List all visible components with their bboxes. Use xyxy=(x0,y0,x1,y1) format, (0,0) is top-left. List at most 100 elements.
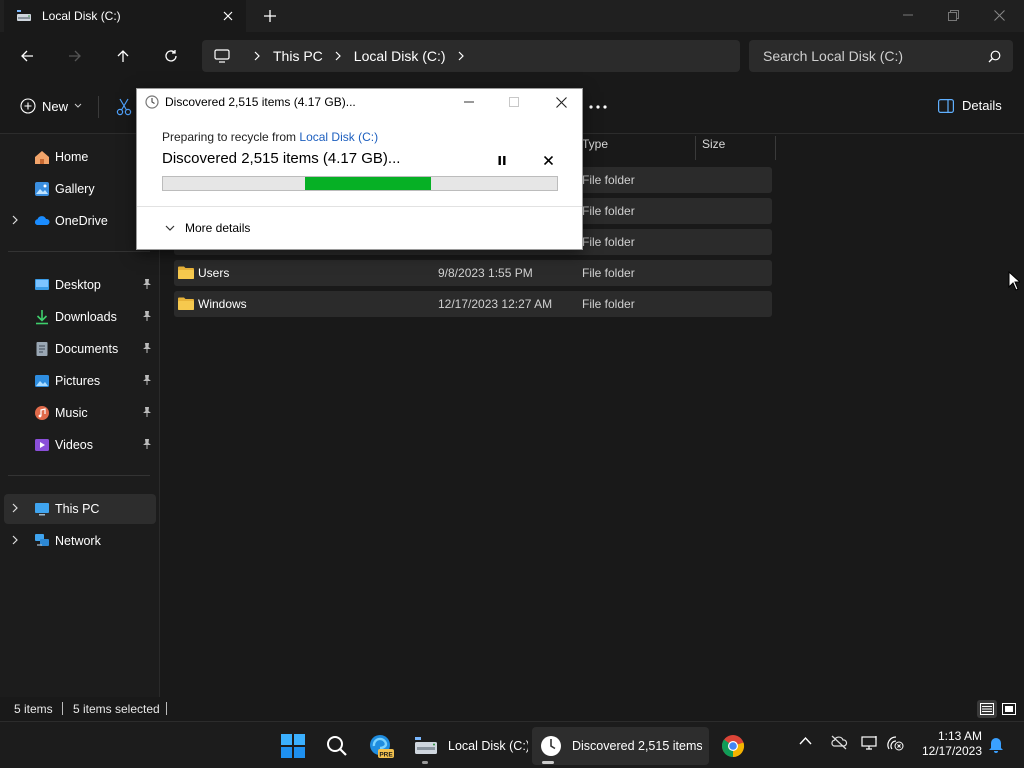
sidebar-item-gallery[interactable]: Gallery xyxy=(4,174,156,204)
minimize-icon[interactable] xyxy=(454,91,484,113)
up-icon[interactable] xyxy=(111,44,135,68)
sidebar-item-desktop[interactable]: Desktop xyxy=(4,270,156,300)
notification-bell-icon[interactable] xyxy=(988,735,1004,753)
breadcrumb-local-disk[interactable]: Local Disk (C:) xyxy=(354,48,446,64)
sidebar-item-documents[interactable]: Documents xyxy=(4,334,156,364)
close-icon[interactable] xyxy=(546,91,576,113)
pin-icon[interactable] xyxy=(142,374,152,386)
search-input[interactable]: Search Local Disk (C:) xyxy=(749,40,1013,72)
svg-text:PRE: PRE xyxy=(379,752,393,759)
progress-fill xyxy=(305,177,431,190)
item-count: 5 items xyxy=(14,702,53,716)
maximize-icon[interactable] xyxy=(499,91,529,113)
file-row[interactable]: Windows 12/17/2023 12:27 AM File folder xyxy=(174,291,772,317)
taskbar-file-explorer[interactable]: Local Disk (C:) xyxy=(410,727,528,765)
chevron-right-icon[interactable] xyxy=(12,535,19,545)
breadcrumb-this-pc[interactable]: This PC xyxy=(273,48,323,64)
cancel-icon[interactable] xyxy=(539,151,557,169)
folder-icon xyxy=(178,297,194,310)
column-divider[interactable] xyxy=(695,136,696,160)
pin-icon[interactable] xyxy=(142,342,152,354)
taskbar-recycle-progress[interactable]: Discovered 2,515 items ( xyxy=(532,727,709,765)
details-view-icon[interactable] xyxy=(977,700,997,718)
file-row[interactable]: Users 9/8/2023 1:55 PM File folder xyxy=(174,260,772,286)
details-button[interactable]: Details xyxy=(938,98,1002,113)
column-header-size[interactable]: Size xyxy=(702,137,725,161)
sidebar-item-onedrive[interactable]: OneDrive xyxy=(4,206,156,236)
chevron-right-icon[interactable] xyxy=(335,51,342,61)
chrome-icon xyxy=(721,734,745,758)
new-button[interactable]: New xyxy=(20,98,82,114)
status-divider xyxy=(166,702,167,715)
column-divider[interactable] xyxy=(775,136,776,160)
back-icon[interactable] xyxy=(15,44,39,68)
chevron-right-icon[interactable] xyxy=(12,503,19,513)
address-bar[interactable]: This PC Local Disk (C:) xyxy=(202,40,740,72)
network-icon xyxy=(34,533,50,549)
sidebar-item-this-pc[interactable]: This PC xyxy=(4,494,156,524)
details-pane-icon xyxy=(938,98,954,113)
sidebar-item-network[interactable]: Network xyxy=(4,526,156,556)
tiles-view-icon[interactable] xyxy=(999,700,1019,718)
sidebar-item-downloads[interactable]: Downloads xyxy=(4,302,156,332)
file-type: File folder xyxy=(582,266,635,280)
sidebar-item-label: Network xyxy=(55,534,101,548)
more-options-icon[interactable] xyxy=(588,98,608,116)
network-disconnected-icon[interactable] xyxy=(887,735,905,751)
display-icon[interactable] xyxy=(861,735,879,751)
file-name: Windows xyxy=(198,297,247,311)
recycle-source-link[interactable]: Local Disk (C:) xyxy=(299,130,378,144)
forward-icon[interactable] xyxy=(63,44,87,68)
taskbar-explorer-label: Local Disk (C:) xyxy=(448,739,528,753)
chevron-down-icon xyxy=(165,225,175,232)
gallery-icon xyxy=(34,181,50,197)
recycle-progress-dialog: Discovered 2,515 items (4.17 GB)... Prep… xyxy=(136,88,583,250)
status-divider xyxy=(62,702,63,715)
dialog-title: Discovered 2,515 items (4.17 GB)... xyxy=(165,95,356,109)
taskbar-progress-label: Discovered 2,515 items ( xyxy=(572,739,702,753)
edge-preview-button[interactable]: PRE xyxy=(364,727,398,765)
chevron-right-icon[interactable] xyxy=(254,51,261,61)
new-tab-icon[interactable] xyxy=(260,6,280,26)
windows-logo-icon xyxy=(281,734,305,758)
plus-circle-icon xyxy=(20,98,36,114)
column-header-type[interactable]: Type xyxy=(582,137,608,161)
restore-icon[interactable] xyxy=(938,4,968,26)
sidebar-item-music[interactable]: Music xyxy=(4,398,156,428)
close-tab-icon[interactable] xyxy=(218,6,238,26)
sidebar-item-label: Pictures xyxy=(55,374,101,388)
minimize-icon[interactable] xyxy=(893,4,923,26)
pin-icon[interactable] xyxy=(142,310,152,322)
tab-local-disk[interactable]: Local Disk (C:) xyxy=(4,0,246,32)
chevron-right-icon[interactable] xyxy=(458,51,465,61)
refresh-icon[interactable] xyxy=(159,44,183,68)
file-type: File folder xyxy=(582,204,635,218)
this-pc-icon xyxy=(34,501,50,517)
monitor-icon[interactable] xyxy=(214,49,230,63)
chevron-up-icon[interactable] xyxy=(799,736,812,745)
sidebar-item-home[interactable]: Home xyxy=(4,142,156,172)
clock-icon xyxy=(540,735,562,757)
pin-icon[interactable] xyxy=(142,406,152,418)
search-placeholder: Search Local Disk (C:) xyxy=(763,48,904,64)
running-indicator xyxy=(422,761,428,764)
folder-icon xyxy=(178,266,194,279)
pin-icon[interactable] xyxy=(142,278,152,290)
sidebar-item-videos[interactable]: Videos xyxy=(4,430,156,460)
clock[interactable]: 1:13 AM 12/17/2023 xyxy=(912,729,982,759)
chevron-down-icon xyxy=(74,103,82,109)
chrome-button[interactable] xyxy=(716,727,750,765)
close-window-icon[interactable] xyxy=(984,4,1014,26)
pause-icon[interactable] xyxy=(493,151,511,169)
sidebar-item-label: Downloads xyxy=(55,310,117,324)
cut-icon[interactable] xyxy=(116,98,132,116)
start-button[interactable] xyxy=(276,727,310,765)
search-button[interactable] xyxy=(320,727,354,765)
sidebar-item-pictures[interactable]: Pictures xyxy=(4,366,156,396)
pin-icon[interactable] xyxy=(142,438,152,450)
sidebar-item-label: Music xyxy=(55,406,88,420)
onedrive-offline-icon[interactable] xyxy=(830,734,848,750)
search-icon[interactable] xyxy=(988,50,1001,63)
more-details-toggle[interactable]: More details xyxy=(165,221,250,235)
chevron-right-icon[interactable] xyxy=(12,215,19,225)
